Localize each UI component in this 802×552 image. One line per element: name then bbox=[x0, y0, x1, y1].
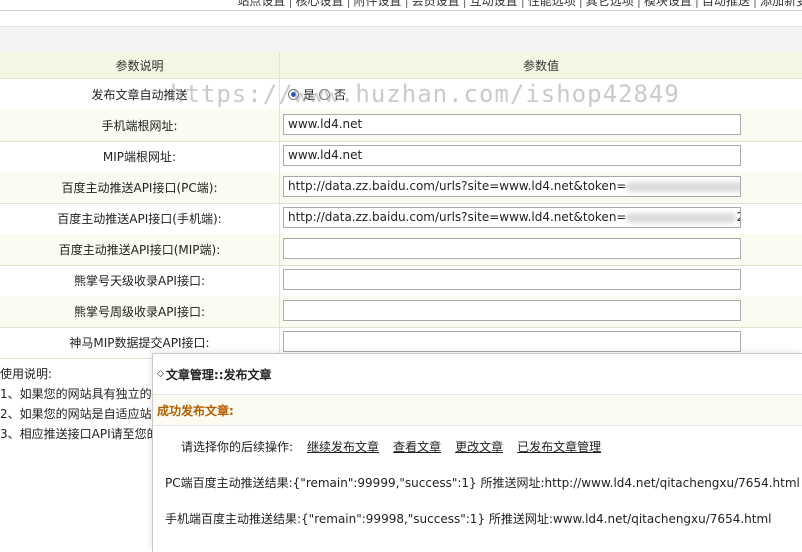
nav-separator: | bbox=[404, 0, 409, 8]
radio-yes-label: 是 bbox=[303, 88, 316, 102]
nav-separator: | bbox=[520, 0, 525, 8]
view-article-link[interactable]: 查看文章 bbox=[393, 438, 441, 455]
baidu-mip-api-input[interactable] bbox=[283, 238, 741, 259]
diamond-icon: ◇ bbox=[157, 369, 164, 379]
edit-article-link[interactable]: 更改文章 bbox=[455, 438, 503, 455]
redacted-token bbox=[626, 212, 737, 223]
row-auto-push: 发布文章自动推送 是 否 bbox=[0, 79, 802, 111]
top-nav-item[interactable]: 核心设置 bbox=[295, 0, 343, 8]
baidu-pc-api-input[interactable]: http://data.zz.baidu.com/urls?site=www.l… bbox=[283, 176, 741, 197]
top-nav-item[interactable]: 自动推送 bbox=[702, 0, 750, 8]
top-nav-item[interactable]: 添加新变 bbox=[760, 0, 802, 8]
mip-url-input[interactable]: www.ld4.net bbox=[283, 145, 741, 166]
radio-no[interactable] bbox=[319, 89, 331, 100]
nav-separator: | bbox=[752, 0, 757, 8]
radio-yes[interactable] bbox=[288, 89, 299, 100]
row-label: 百度主动推送API接口(PC端): bbox=[0, 172, 280, 203]
header-label: 参数说明 bbox=[0, 52, 280, 78]
follow-up-actions: 请选择你的后续操作: 继续发布文章 查看文章 更改文章 已发布文章管理 bbox=[181, 438, 601, 455]
top-nav-item[interactable]: 站点设置 bbox=[237, 0, 285, 8]
baidu-mobile-api-input[interactable]: http://data.zz.baidu.com/urls?site=www.l… bbox=[283, 207, 741, 228]
success-message: 成功发布文章: bbox=[153, 395, 802, 426]
usage-line: 2、如果您的网站是自适应站 bbox=[0, 407, 152, 421]
row-label: 百度主动推送API接口(MIP端): bbox=[0, 234, 280, 265]
usage-line: 3、相应推送接口API请至您的 bbox=[0, 427, 159, 441]
row-xiongzhang-daily: 熊掌号天级收录API接口: bbox=[0, 265, 802, 297]
usage-line: 1、如果您的网站具有独立的 bbox=[0, 387, 152, 401]
nav-separator: | bbox=[694, 0, 699, 8]
nav-separator: | bbox=[346, 0, 351, 8]
usage-title: 使用说明: bbox=[0, 367, 53, 381]
top-nav: 站点设置 | 核心设置 | 附件设置 | 会员设置 | 互动设置 | 性能选项 | 其它选项 | 模块设置 |… bbox=[0, 0, 802, 11]
baidu-mobile-api-value: http://data.zz.baidu.com/urls?site=www.l… bbox=[288, 210, 627, 224]
table-header: 参数说明 参数值 bbox=[0, 52, 802, 79]
settings-table: 参数说明 参数值 发布文章自动推送 是 否 手机端根网址: www.ld4.ne… bbox=[0, 52, 802, 359]
nav-separator: | bbox=[578, 0, 583, 8]
dialog-title-bar: ◇ 文章管理::发布文章 bbox=[153, 354, 802, 395]
nav-separator: | bbox=[462, 0, 467, 8]
radio-no-label: 否 bbox=[334, 88, 347, 102]
mobile-push-result: 手机端百度主动推送结果:{"remain":99998,"success":1}… bbox=[165, 512, 772, 526]
row-label: 发布文章自动推送 bbox=[0, 79, 280, 110]
row-baidu-pc: 百度主动推送API接口(PC端): http://data.zz.baidu.c… bbox=[0, 172, 802, 204]
xiongzhang-daily-input[interactable] bbox=[283, 269, 741, 290]
row-baidu-mobile: 百度主动推送API接口(手机端): http://data.zz.baidu.c… bbox=[0, 203, 802, 235]
row-mip-url: MIP端根网址: www.ld4.net bbox=[0, 141, 802, 173]
usage-notes: 使用说明: 1、如果您的网站具有独立的 2、如果您的网站是自适应站 3、相应推送… bbox=[0, 364, 160, 444]
top-nav-item[interactable]: 会员设置 bbox=[412, 0, 460, 8]
row-label: MIP端根网址: bbox=[0, 141, 280, 172]
xiongzhang-weekly-input[interactable] bbox=[283, 300, 741, 321]
row-label: 百度主动推送API接口(手机端): bbox=[0, 203, 280, 234]
row-mobile-url: 手机端根网址: www.ld4.net bbox=[0, 110, 802, 142]
top-nav-item[interactable]: 模块设置 bbox=[644, 0, 692, 8]
shenma-mip-input[interactable] bbox=[283, 331, 741, 352]
top-nav-items: 站点设置 | 核心设置 | 附件设置 | 会员设置 | 互动设置 | 性能选项 | 其它选项 | 模块设置 |… bbox=[237, 0, 802, 9]
nav-separator: | bbox=[636, 0, 641, 8]
top-nav-item[interactable]: 互动设置 bbox=[470, 0, 518, 8]
mobile-url-input[interactable]: www.ld4.net bbox=[283, 114, 741, 135]
continue-publish-link[interactable]: 继续发布文章 bbox=[307, 438, 379, 455]
auto-push-radios: 是 否 bbox=[288, 79, 346, 110]
toolbar-band bbox=[0, 26, 802, 54]
baidu-pc-api-value: http://data.zz.baidu.com/urls?site=www.l… bbox=[288, 179, 627, 193]
row-xiongzhang-weekly: 熊掌号周级收录API接口: bbox=[0, 296, 802, 328]
dialog-title: 文章管理::发布文章 bbox=[165, 367, 272, 382]
pc-push-result: PC端百度主动推送结果:{"remain":99999,"success":1}… bbox=[165, 476, 800, 490]
row-label: 手机端根网址: bbox=[0, 110, 280, 141]
actions-prompt: 请选择你的后续操作: bbox=[181, 440, 294, 454]
row-baidu-mip: 百度主动推送API接口(MIP端): bbox=[0, 234, 802, 266]
top-nav-item[interactable]: 附件设置 bbox=[354, 0, 402, 8]
top-nav-item[interactable]: 其它选项 bbox=[586, 0, 634, 8]
row-label: 熊掌号天级收录API接口: bbox=[0, 265, 280, 296]
token-suffix: 2x bbox=[736, 210, 740, 224]
header-value: 参数值 bbox=[522, 58, 559, 73]
nav-separator: | bbox=[288, 0, 293, 8]
published-articles-link[interactable]: 已发布文章管理 bbox=[517, 438, 601, 455]
publish-result-dialog: ◇ 文章管理::发布文章 成功发布文章: 请选择你的后续操作: 继续发布文章 查… bbox=[152, 353, 802, 552]
row-label: 熊掌号周级收录API接口: bbox=[0, 296, 280, 327]
top-nav-item[interactable]: 性能选项 bbox=[528, 0, 576, 8]
redacted-token bbox=[626, 181, 740, 192]
